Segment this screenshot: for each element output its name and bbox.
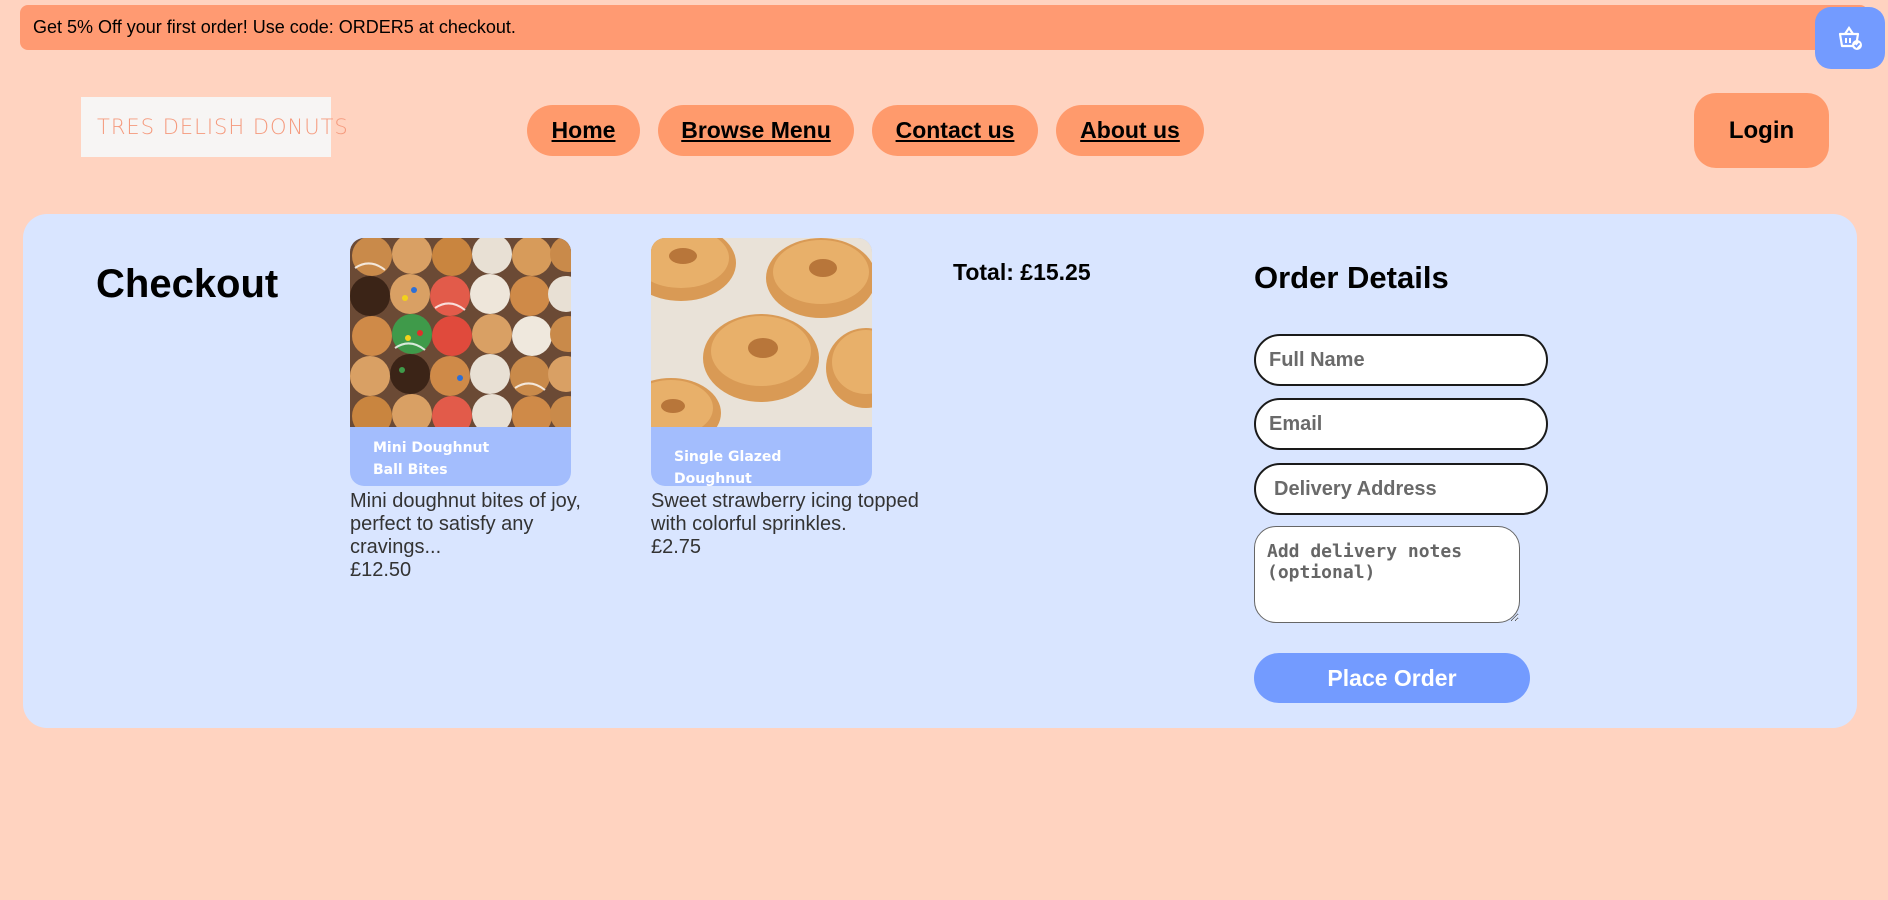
product-price: £2.75 bbox=[651, 536, 702, 558]
delivery-notes-textarea[interactable] bbox=[1254, 526, 1520, 623]
basket-check-icon bbox=[1838, 26, 1862, 50]
login-button[interactable]: Login bbox=[1694, 93, 1829, 168]
logo[interactable]: TRES DELISH DONUTS bbox=[81, 97, 348, 157]
place-order-button[interactable]: Place Order bbox=[1254, 653, 1530, 703]
order-total: Total: £15.25 bbox=[953, 259, 1091, 285]
product-image-mini-doughnut-bites bbox=[350, 238, 571, 427]
product-name: Mini Doughnut Ball Bites bbox=[373, 440, 490, 478]
delivery-address-input[interactable] bbox=[1254, 463, 1548, 515]
nav-home[interactable]: Home bbox=[527, 105, 640, 156]
full-name-input[interactable] bbox=[1254, 334, 1548, 386]
product-image-glazed-doughnut bbox=[651, 238, 872, 427]
logo-text: TRES DELISH DONUTS bbox=[97, 115, 349, 139]
nav-about-us[interactable]: About us bbox=[1056, 105, 1204, 156]
checkout-panel bbox=[23, 214, 1857, 728]
cart-button[interactable] bbox=[1815, 7, 1885, 69]
promo-banner: Get 5% Off your first order! Use code: O… bbox=[20, 5, 1868, 50]
product-card[interactable]: Mini Doughnut Ball Bites bbox=[350, 238, 571, 486]
promo-text: Get 5% Off your first order! Use code: O… bbox=[33, 17, 516, 37]
product-price: £12.50 bbox=[350, 559, 412, 581]
email-input[interactable] bbox=[1254, 398, 1548, 450]
product-description: Mini doughnut bites of joy, perfect to s… bbox=[350, 490, 581, 558]
order-details-title: Order Details bbox=[1254, 260, 1449, 295]
nav-browse-menu[interactable]: Browse Menu bbox=[658, 105, 854, 156]
nav-contact-us[interactable]: Contact us bbox=[872, 105, 1038, 156]
product-name: Single Glazed Doughnut bbox=[674, 449, 782, 486]
cart-item: Single Glazed Doughnut Sweet strawberry … bbox=[651, 238, 921, 559]
page-title: Checkout bbox=[96, 262, 279, 306]
cart-item: Mini Doughnut Ball Bites Mini doughnut b… bbox=[350, 238, 620, 582]
product-description: Sweet strawberry icing topped with color… bbox=[651, 490, 919, 535]
product-card[interactable]: Single Glazed Doughnut bbox=[651, 238, 872, 486]
